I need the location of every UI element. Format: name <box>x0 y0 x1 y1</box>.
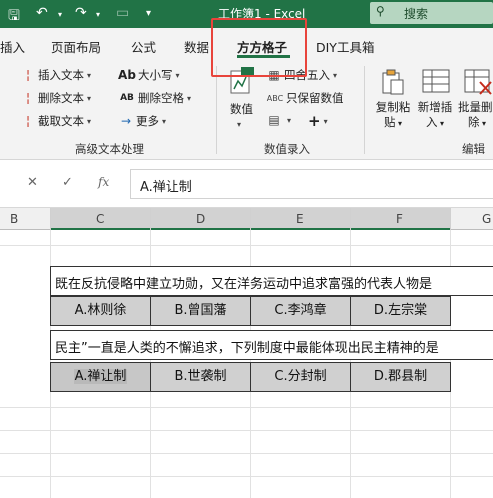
column-divider <box>50 208 51 230</box>
question-row[interactable]: 民主”一直是人类的不懈追求，下列制度中最能体现出民主精神的是 <box>50 330 493 360</box>
question-row[interactable]: 既在反抗侵略中建立功勋，又在洋务运动中追求富强的代表人物是 <box>50 266 493 296</box>
fill-button[interactable]: ▤ ▾ <box>266 113 291 127</box>
search-label: 搜索 <box>404 7 429 21</box>
number-dropdown-icon[interactable]: ▾ <box>237 120 241 129</box>
case-button[interactable]: Ab 大小写 ▾ <box>118 67 179 83</box>
batch-delete-button[interactable]: 批量删 除 ▾ <box>458 100 493 131</box>
option-cell-b[interactable]: B.曾国藩 <box>150 296 251 326</box>
insert-text-button[interactable]: ¦ 插入文本 ▾ <box>20 67 91 83</box>
tab-diy-toolbox[interactable]: DIY工具箱 <box>316 37 374 56</box>
save-icon[interactable]: 🖫 <box>8 5 20 29</box>
search-icon: ⚲ <box>376 4 385 18</box>
cancel-icon[interactable]: ✕ <box>27 175 38 190</box>
column-header-e[interactable]: E <box>296 212 304 226</box>
number-button[interactable]: 数值 <box>230 101 253 117</box>
delete-text-button[interactable]: ¦ 删除文本 ▾ <box>20 90 91 106</box>
delete-text-icon: ¦ <box>25 91 31 105</box>
column-header-g[interactable]: G <box>482 212 491 226</box>
enter-icon[interactable]: ✓ <box>62 175 73 190</box>
grid-line <box>0 407 493 408</box>
function-icon[interactable]: fx <box>98 175 109 189</box>
plus-icon: + <box>308 112 321 130</box>
question-text: 民主”一直是人类的不懈追求，下列制度中最能体现出民主精神的是 <box>55 341 439 356</box>
tab-page-layout[interactable]: 页面布局 <box>51 37 101 56</box>
keep-numbers-button[interactable]: ABC 只保留数值 <box>266 90 344 106</box>
batch-delete-icon <box>464 68 493 96</box>
tab-insert[interactable]: 插入 <box>0 37 25 56</box>
group-separator <box>216 66 217 154</box>
column-header-c[interactable]: C <box>96 212 104 226</box>
grid-line <box>0 476 493 477</box>
option-text: A.禅让制 <box>73 369 128 384</box>
column-divider <box>150 208 151 230</box>
option-cell-d[interactable]: D.左宗棠 <box>350 296 451 326</box>
tab-highlight-box <box>211 18 307 77</box>
formula-bar: ✕ ✓ fx A.禅让制 <box>0 161 493 207</box>
more-button[interactable]: → 更多 ▾ <box>118 113 166 129</box>
extract-text-icon: ¦ <box>25 114 31 128</box>
option-cell-a[interactable]: A.林则徐 <box>50 296 151 326</box>
formula-value: A.禅让制 <box>140 180 192 195</box>
copy-paste-icon <box>381 68 405 96</box>
delete-spaces-icon: AB <box>120 93 134 103</box>
question-text: 既在反抗侵略中建立功勋，又在洋务运动中追求富强的代表人物是 <box>55 277 433 292</box>
column-header-f[interactable]: F <box>396 212 403 226</box>
group-label-edit: 编辑 <box>462 142 485 156</box>
option-cell-d[interactable]: D.郡县制 <box>350 362 451 392</box>
column-divider <box>450 208 451 230</box>
option-cell-c[interactable]: C.李鸿章 <box>250 296 351 326</box>
copy-paste-button[interactable]: 复制粘 贴 ▾ <box>374 100 412 131</box>
tab-formulas[interactable]: 公式 <box>131 37 156 56</box>
customize-toolbar-icon[interactable]: ▾ <box>146 8 151 19</box>
touch-mode-icon[interactable]: ▭ <box>116 5 129 21</box>
delete-spaces-button[interactable]: AB 删除空格 ▾ <box>118 90 191 106</box>
group-label-text-processing: 高级文本处理 <box>75 142 144 156</box>
case-icon: Ab <box>118 68 136 82</box>
search-box[interactable]: ⚲ 搜索 <box>370 2 493 24</box>
option-cell-c[interactable]: C.分封制 <box>250 362 351 392</box>
edit-cell-icon: ▤ <box>268 113 280 127</box>
grid-line <box>0 245 493 246</box>
insert-text-icon: ¦ <box>25 68 31 82</box>
undo-dropdown-icon[interactable]: ▾ <box>58 10 62 19</box>
grid-line <box>0 430 493 431</box>
undo-icon[interactable]: ↶ <box>36 5 48 21</box>
new-insert-icon <box>422 68 450 96</box>
arrow-right-icon: → <box>120 114 132 128</box>
plus-button[interactable]: + ▾ <box>308 112 328 130</box>
redo-icon[interactable]: ↷ <box>75 5 87 21</box>
redo-dropdown-icon[interactable]: ▾ <box>96 10 100 19</box>
column-header-b[interactable]: B <box>10 212 18 226</box>
grid-line <box>0 453 493 454</box>
column-header-d[interactable]: D <box>196 212 205 226</box>
option-cell-b[interactable]: B.世袭制 <box>150 362 251 392</box>
new-insert-button[interactable]: 新增插 入 ▾ <box>415 100 455 131</box>
extract-text-button[interactable]: ¦ 截取文本 ▾ <box>20 113 91 129</box>
group-separator <box>364 66 365 154</box>
column-divider <box>250 208 251 230</box>
tab-data[interactable]: 数据 <box>184 37 209 56</box>
column-divider <box>350 208 351 230</box>
group-label-number-entry: 数值录入 <box>264 142 310 156</box>
keep-numbers-icon: ABC <box>266 93 284 103</box>
option-cell-a-selected[interactable]: A.禅让制 <box>50 362 151 392</box>
